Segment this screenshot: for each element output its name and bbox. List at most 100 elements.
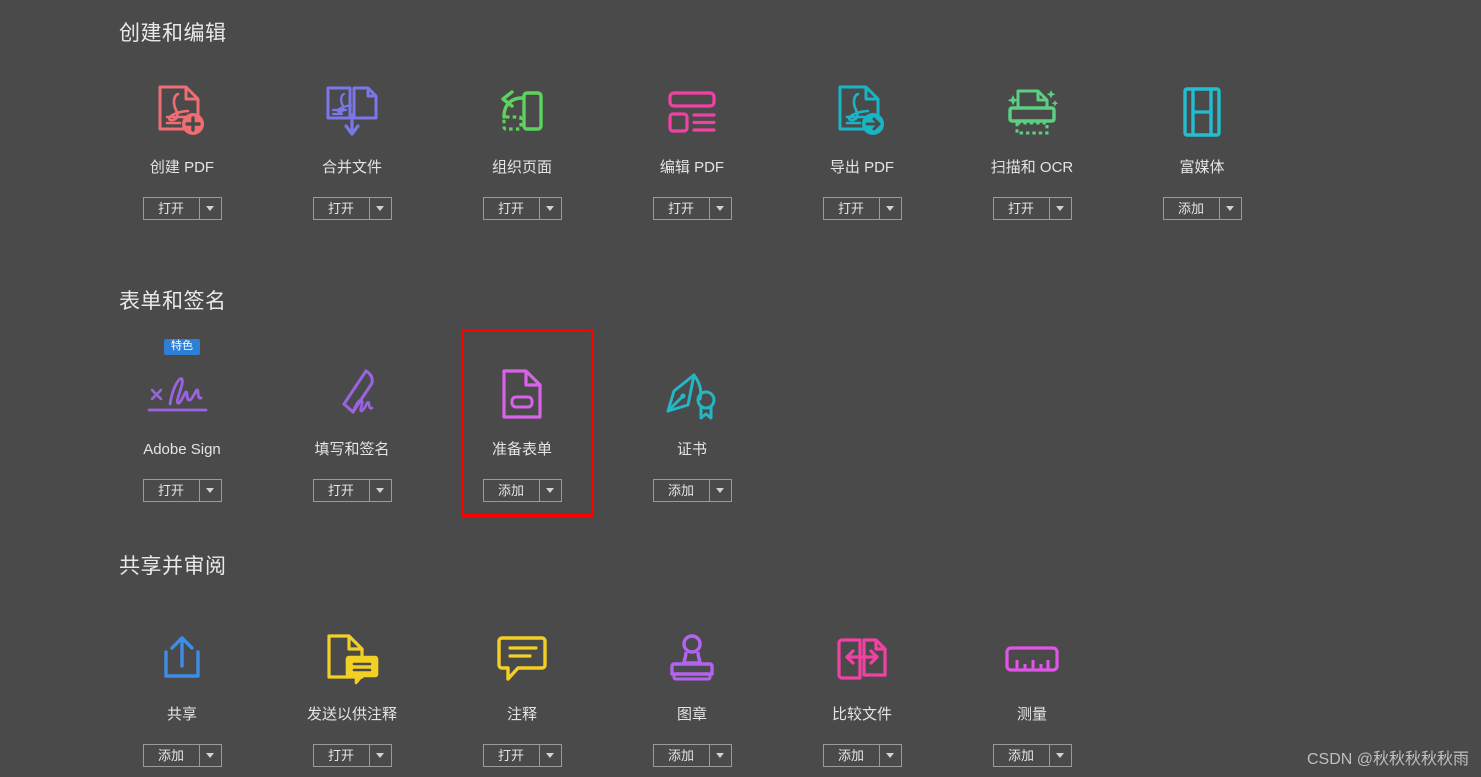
tool-action-dropdown[interactable] xyxy=(708,744,732,767)
rich-media-icon xyxy=(1182,82,1222,142)
tool-tile-organize-pages[interactable]: 组织页面 打开 xyxy=(437,68,607,220)
tool-tile-send-for-comments[interactable]: 发送以供注释 打开 xyxy=(267,615,437,767)
tool-action-group: 打开 xyxy=(652,197,732,220)
chevron-down-icon xyxy=(546,753,554,758)
tool-action-button[interactable]: 打开 xyxy=(482,744,539,767)
tool-action-button[interactable]: 打开 xyxy=(652,197,709,220)
watermark-text: CSDN @秋秋秋秋秋雨 xyxy=(1306,751,1469,768)
tool-action-button[interactable]: 打开 xyxy=(142,479,199,502)
tool-label: 合并文件 xyxy=(321,159,382,176)
tool-tile-edit-pdf[interactable]: 编辑 PDF 打开 xyxy=(607,68,777,220)
chevron-down-icon xyxy=(716,753,724,758)
tool-action-button[interactable]: 添加 xyxy=(652,744,709,767)
tool-action-button[interactable]: 打开 xyxy=(992,197,1049,220)
tool-action-button[interactable]: 添加 xyxy=(142,744,199,767)
chevron-down-icon xyxy=(376,753,384,758)
tool-tile-scan-ocr[interactable]: 扫描和 OCR 打开 xyxy=(947,68,1117,220)
tool-action-button[interactable]: 打开 xyxy=(822,197,879,220)
tool-tile-stamp[interactable]: 图章 添加 xyxy=(607,615,777,767)
tool-action-dropdown[interactable] xyxy=(198,479,222,502)
section-create-and-edit: 创建和编辑 创建 PDF 打开 合并文件 打开 组织页面 打开 编辑 PDF 打… xyxy=(0,20,1481,220)
tool-action-group: 打开 xyxy=(312,479,392,502)
tool-action-button[interactable]: 打开 xyxy=(312,479,369,502)
chevron-down-icon xyxy=(206,753,214,758)
tool-action-group: 打开 xyxy=(142,197,222,220)
tool-action-group: 添加 xyxy=(482,479,562,502)
tool-action-dropdown[interactable] xyxy=(368,479,392,502)
chevron-down-icon xyxy=(206,206,214,211)
tool-action-dropdown[interactable] xyxy=(878,744,902,767)
fill-and-sign-icon xyxy=(324,364,380,424)
tool-action-group: 添加 xyxy=(1162,197,1242,220)
tool-action-dropdown[interactable] xyxy=(708,197,732,220)
combine-files-icon xyxy=(325,82,379,142)
tool-tile-export-pdf[interactable]: 导出 PDF 打开 xyxy=(777,68,947,220)
tool-action-dropdown[interactable] xyxy=(878,197,902,220)
chevron-down-icon xyxy=(886,753,894,758)
stamp-icon xyxy=(666,629,718,689)
tool-action-dropdown[interactable] xyxy=(538,744,562,767)
tool-tile-certificate[interactable]: 证书 添加 xyxy=(607,350,777,502)
tool-action-button[interactable]: 添加 xyxy=(482,479,539,502)
chevron-down-icon xyxy=(716,488,724,493)
tool-action-group: 添加 xyxy=(652,479,732,502)
tool-label: 导出 PDF xyxy=(829,159,895,176)
tool-action-button[interactable]: 添加 xyxy=(1162,197,1219,220)
tool-action-button[interactable]: 打开 xyxy=(312,744,369,767)
tool-action-dropdown[interactable] xyxy=(538,197,562,220)
tool-action-button[interactable]: 打开 xyxy=(142,197,199,220)
tool-action-group: 打开 xyxy=(992,197,1072,220)
tool-label: 比较文件 xyxy=(831,706,892,723)
tool-action-dropdown[interactable] xyxy=(538,479,562,502)
tool-action-group: 添加 xyxy=(822,744,902,767)
tool-action-group: 打开 xyxy=(312,744,392,767)
tool-action-button[interactable]: 添加 xyxy=(652,479,709,502)
tool-action-group: 添加 xyxy=(992,744,1072,767)
tool-action-group: 打开 xyxy=(142,479,222,502)
edit-pdf-icon xyxy=(667,82,717,142)
tool-tile-compare-files[interactable]: 比较文件 添加 xyxy=(777,615,947,767)
tool-action-dropdown[interactable] xyxy=(368,744,392,767)
tool-label: 证书 xyxy=(676,441,707,458)
tool-label: 发送以供注释 xyxy=(306,706,397,723)
tool-action-dropdown[interactable] xyxy=(198,197,222,220)
send-for-comments-icon xyxy=(324,629,380,689)
chevron-down-icon xyxy=(376,206,384,211)
chevron-down-icon xyxy=(1226,206,1234,211)
tool-action-dropdown[interactable] xyxy=(1218,197,1242,220)
chevron-down-icon xyxy=(376,488,384,493)
adobe-sign-icon xyxy=(144,364,220,424)
section-title: 创建和编辑 xyxy=(119,22,227,45)
tool-action-dropdown[interactable] xyxy=(1048,197,1072,220)
section-title: 共享并审阅 xyxy=(119,555,227,578)
tool-tile-prepare-form[interactable]: 准备表单 添加 xyxy=(437,350,607,502)
tool-action-dropdown[interactable] xyxy=(198,744,222,767)
prepare-form-icon xyxy=(500,364,544,424)
tool-action-dropdown[interactable] xyxy=(1048,744,1072,767)
tool-action-button[interactable]: 打开 xyxy=(312,197,369,220)
section-title: 表单和签名 xyxy=(119,290,227,313)
certificate-icon xyxy=(664,364,720,424)
share-icon xyxy=(154,629,210,689)
tool-action-button[interactable]: 打开 xyxy=(482,197,539,220)
tool-action-button[interactable]: 添加 xyxy=(992,744,1049,767)
tool-label: 注释 xyxy=(506,706,537,723)
tool-tile-measure[interactable]: 测量 添加 xyxy=(947,615,1117,767)
chevron-down-icon xyxy=(206,488,214,493)
tool-action-dropdown[interactable] xyxy=(708,479,732,502)
tool-label: 共享 xyxy=(166,706,197,723)
tool-tile-comment[interactable]: 注释 打开 xyxy=(437,615,607,767)
tool-tile-fill-and-sign[interactable]: 填写和签名 打开 xyxy=(267,350,437,502)
tool-label: 准备表单 xyxy=(491,441,552,458)
tool-tile-combine-files[interactable]: 合并文件 打开 xyxy=(267,68,437,220)
tool-tile-adobe-sign[interactable]: 特色 Adobe Sign 打开 xyxy=(97,339,267,502)
tool-label: 编辑 PDF xyxy=(659,159,725,176)
tool-tile-create-pdf[interactable]: 创建 PDF 打开 xyxy=(97,68,267,220)
tool-action-dropdown[interactable] xyxy=(368,197,392,220)
tool-tile-rich-media[interactable]: 富媒体 添加 xyxy=(1117,68,1287,220)
tool-action-group: 打开 xyxy=(482,744,562,767)
tool-action-button[interactable]: 添加 xyxy=(822,744,879,767)
tool-tile-row: 共享 添加 发送以供注释 打开 注释 打开 图章 添加 比较文件 添加 测量 添… xyxy=(97,615,1481,767)
tool-tile-share[interactable]: 共享 添加 xyxy=(97,615,267,767)
tool-label: 富媒体 xyxy=(1179,159,1225,176)
